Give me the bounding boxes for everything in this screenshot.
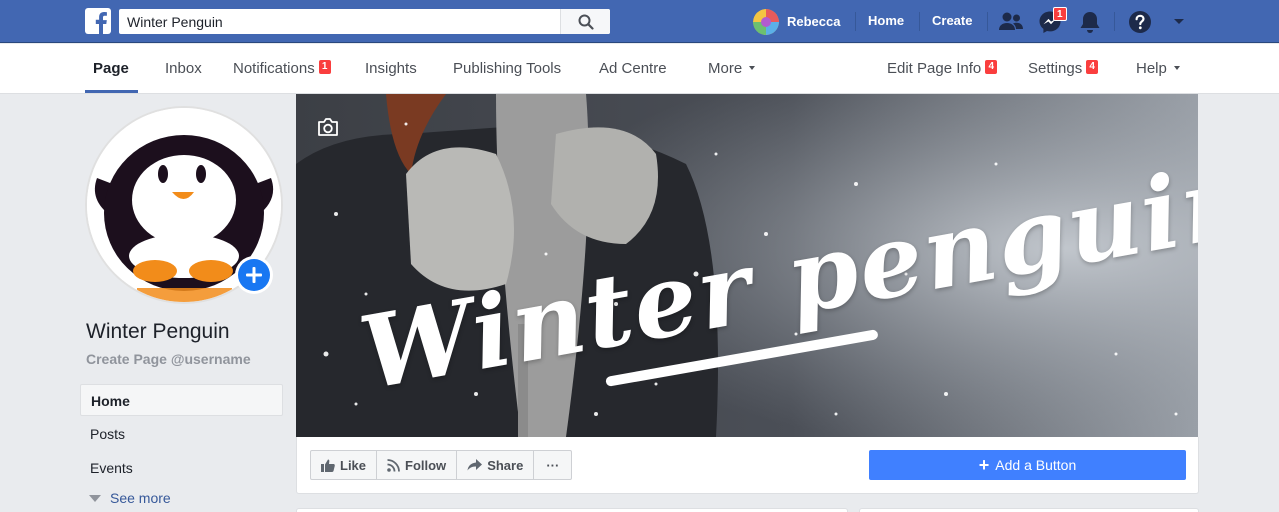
plus-icon: + [978,455,990,475]
caret-down-icon [1173,66,1180,70]
composer-card [296,508,848,512]
rss-follow-icon [387,458,400,472]
avatar [753,8,779,35]
tab-help[interactable]: Help [1136,44,1180,94]
tab-help-label: Help [1136,60,1167,77]
see-more-link[interactable]: See more [89,490,171,506]
caret-down-icon [749,66,756,70]
ellipsis-icon: ··· [546,457,560,473]
tab-notifications[interactable]: Notifications 1 [233,44,331,94]
add-profile-photo-button[interactable] [235,256,273,294]
share-button[interactable]: Share [457,451,535,479]
add-a-button-button[interactable]: + Add a Button [869,450,1186,480]
share-label: Share [487,457,524,473]
camera-icon[interactable] [317,118,339,136]
page-actions-group: Like Follow Share ··· [310,450,573,480]
follow-label: Follow [405,457,447,473]
top-navigation-bar: Rebecca Home Create 1 [0,0,1279,43]
page-name: Winter Penguin [86,320,230,343]
search-button[interactable] [560,9,610,34]
sidebar-item-home[interactable]: Home [80,384,283,416]
see-more-label: See more [110,490,171,506]
tab-settings-label: Settings [1028,60,1083,77]
page-tabs-bar: Page Inbox Notifications 1 Insights Publi… [0,44,1279,94]
tab-publishing-tools[interactable]: Publishing Tools [453,44,561,94]
home-link[interactable]: Home [868,13,904,28]
cover-photo[interactable]: Winter penguin [296,94,1198,437]
profile-name: Rebecca [787,14,841,29]
tab-edit-page-info-label: Edit Page Info [887,60,982,77]
account-menu-chevron-down-icon[interactable] [1166,9,1192,35]
tab-more[interactable]: More [708,44,756,94]
facebook-logo-icon[interactable] [85,8,111,34]
edit-page-info-badge: 4 [985,60,998,74]
notifications-bell-icon[interactable] [1077,9,1103,35]
search-box [119,9,610,34]
page-actions-bar: Like Follow Share ··· + Add a Button [296,437,1199,494]
triangle-down-icon [89,494,101,502]
tab-notifications-label: Notifications [233,60,315,77]
help-icon[interactable] [1127,9,1153,35]
thumbs-up-icon [321,459,335,472]
tab-insights[interactable]: Insights [365,44,417,94]
create-username-link[interactable]: Create Page @username [86,351,251,367]
profile-link[interactable]: Rebecca [753,8,841,35]
divider [987,12,988,31]
friend-requests-icon[interactable] [998,9,1024,35]
notifications-count-badge: 1 [318,60,331,74]
follow-button[interactable]: Follow [377,451,458,479]
like-label: Like [340,457,367,473]
divider [855,12,856,31]
right-column-card [859,508,1199,512]
more-options-button[interactable]: ··· [534,451,571,479]
divider [919,12,920,31]
tab-more-label: More [708,60,743,77]
settings-badge: 4 [1086,60,1099,74]
like-button[interactable]: Like [311,451,378,479]
active-tab-indicator [85,90,138,93]
tab-edit-page-info[interactable]: Edit Page Info 4 [887,44,998,94]
sidebar-item-posts[interactable]: Posts [80,418,283,450]
divider [1114,12,1115,31]
plus-icon [238,259,270,291]
tab-page[interactable]: Page [93,44,129,94]
search-icon [578,14,594,30]
sidebar-item-events[interactable]: Events [80,452,283,484]
tab-settings[interactable]: Settings 4 [1028,44,1099,94]
tab-inbox[interactable]: Inbox [165,44,202,94]
share-arrow-icon [467,459,483,471]
messenger-badge: 1 [1053,7,1067,21]
tab-ad-centre[interactable]: Ad Centre [599,44,667,94]
create-link[interactable]: Create [932,13,972,28]
add-a-button-label: Add a Button [995,457,1077,473]
search-input[interactable] [119,9,559,34]
